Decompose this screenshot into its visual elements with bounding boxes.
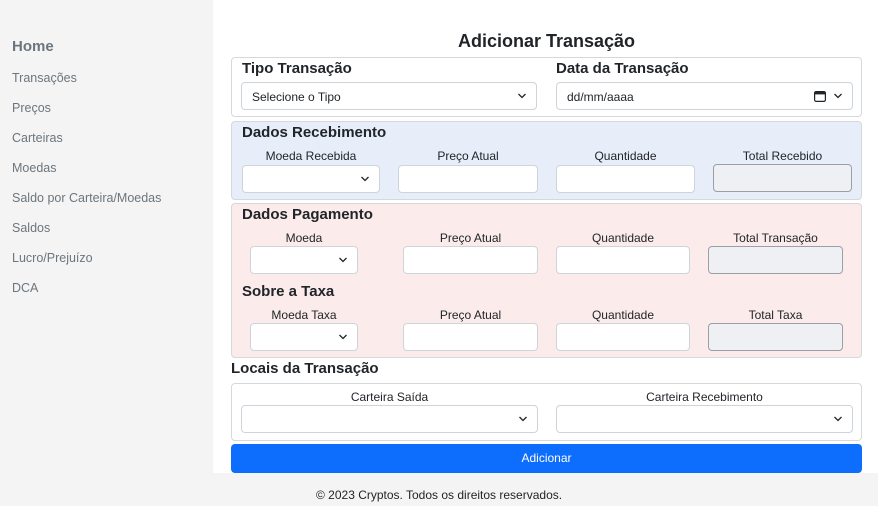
locais-transacao-card: Carteira Saída Carteira Recebimento: [231, 383, 862, 441]
sidebar-item-carteiras[interactable]: Carteiras: [12, 131, 213, 161]
moeda-taxa-select[interactable]: [250, 323, 358, 351]
moeda-recebida-select[interactable]: [242, 165, 380, 193]
data-transacao-input[interactable]: dd/mm/aaaa: [556, 82, 853, 110]
total-transacao-input: [708, 246, 843, 274]
quantidade-pagamento-label: Quantidade: [591, 231, 655, 245]
chevron-down-icon: [518, 92, 526, 100]
chevron-down-icon: [519, 415, 527, 423]
chevron-down-icon: [361, 175, 369, 183]
quantidade-recebimento-input[interactable]: [556, 165, 695, 193]
sidebar-home-link[interactable]: Home: [12, 38, 213, 55]
tipo-transacao-label: Tipo Transação: [242, 60, 352, 77]
footer: © 2023 Cryptos. Todos os direitos reserv…: [0, 473, 878, 506]
moeda-recebida-label: Moeda Recebida: [265, 149, 357, 163]
dados-pagamento-title: Dados Pagamento: [242, 206, 373, 223]
page-title: Adicionar Transação: [457, 31, 636, 51]
preco-atual-recebimento-input[interactable]: [398, 165, 538, 193]
carteira-recebimento-label: Carteira Recebimento: [646, 390, 763, 404]
adicionar-button[interactable]: Adicionar: [231, 444, 862, 473]
sidebar-item-moedas[interactable]: Moedas: [12, 161, 213, 191]
moeda-pagamento-select[interactable]: [250, 246, 358, 274]
moeda-taxa-label: Moeda Taxa: [271, 308, 337, 322]
sobre-taxa-title: Sobre a Taxa: [242, 283, 335, 300]
data-transacao-label: Data da Transação: [556, 60, 689, 77]
sidebar-item-precos[interactable]: Preços: [12, 101, 213, 131]
chevron-down-icon: [339, 333, 347, 341]
footer-copyright: © 2023 Cryptos. Todos os direitos reserv…: [316, 488, 563, 502]
quantidade-pagamento-input[interactable]: [556, 246, 690, 274]
total-transacao-label: Total Transação: [733, 231, 818, 245]
tipo-data-card: Tipo Transação Data da Transação Selecio…: [231, 57, 862, 117]
carteira-recebimento-select[interactable]: [556, 405, 853, 433]
dados-recebimento-title: Dados Recebimento: [242, 124, 387, 141]
sidebar-item-transacoes[interactable]: Transações: [12, 71, 213, 101]
tipo-transacao-select[interactable]: Selecione o Tipo: [241, 82, 537, 110]
chevron-down-icon: [834, 415, 842, 423]
chevron-down-icon: [339, 256, 347, 264]
total-taxa-label: Total Taxa: [748, 308, 803, 322]
preco-atual-taxa-label: Preço Atual: [439, 308, 502, 322]
quantidade-recebimento-label: Quantidade: [594, 149, 657, 163]
total-recebido-input: [713, 164, 852, 192]
sidebar-item-dca[interactable]: DCA: [12, 281, 213, 311]
quantidade-taxa-label: Quantidade: [591, 308, 655, 322]
total-taxa-input: [708, 323, 843, 351]
moeda-pagamento-label: Moeda: [285, 231, 323, 245]
calendar-icon[interactable]: [814, 90, 826, 102]
dados-pagamento-card: Dados Pagamento Moeda Preço Atual Quanti…: [231, 203, 862, 358]
carteira-saida-select[interactable]: [241, 405, 538, 433]
total-recebido-label: Total Recebido: [742, 149, 823, 163]
sidebar-item-saldo-carteira-moedas[interactable]: Saldo por Carteira/Moedas: [12, 191, 213, 221]
preco-atual-pagamento-input[interactable]: [403, 246, 538, 274]
preco-atual-taxa-input[interactable]: [403, 323, 538, 351]
sidebar-item-lucro-prejuizo[interactable]: Lucro/Prejuízo: [12, 251, 213, 281]
carteira-saida-label: Carteira Saída: [350, 390, 429, 404]
sidebar-item-saldos[interactable]: Saldos: [12, 221, 213, 251]
sidebar: Home Transações Preços Carteiras Moedas …: [0, 0, 213, 473]
preco-atual-recebimento-label: Preço Atual: [437, 149, 499, 163]
locais-transacao-title: Locais da Transação: [231, 360, 379, 377]
quantidade-taxa-input[interactable]: [556, 323, 690, 351]
preco-atual-pagamento-label: Preço Atual: [439, 231, 502, 245]
dados-recebimento-card: Dados Recebimento Moeda Recebida Preço A…: [231, 121, 862, 200]
chevron-down-icon: [834, 92, 842, 100]
